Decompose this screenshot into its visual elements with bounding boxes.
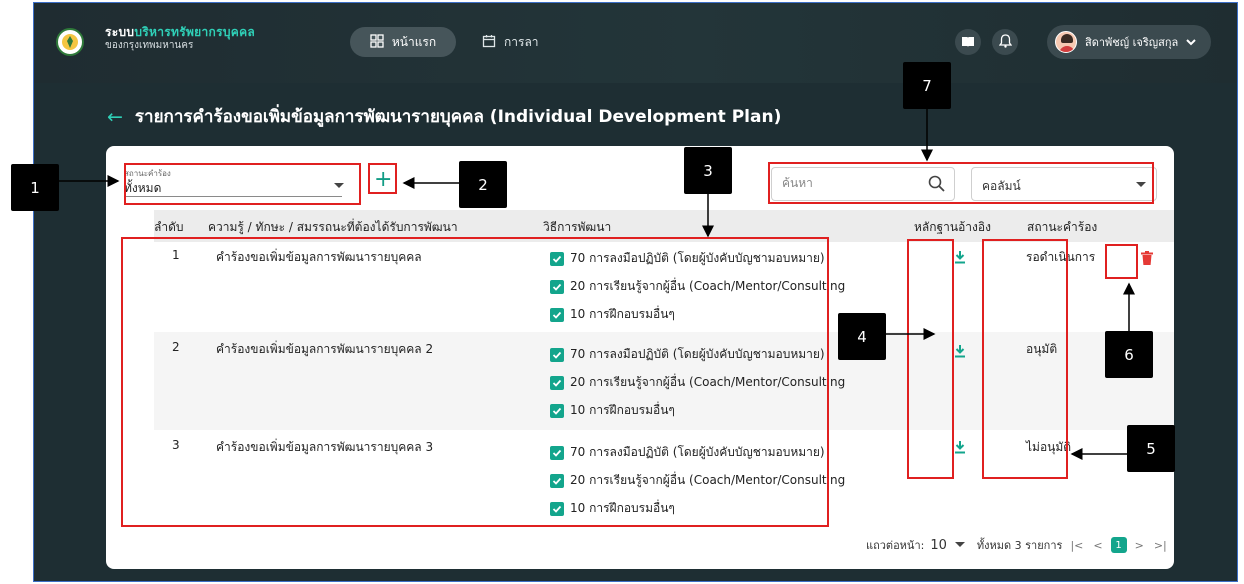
- next-page-button[interactable]: >: [1135, 539, 1144, 552]
- page-1-button[interactable]: 1: [1110, 537, 1127, 553]
- book-icon: [961, 33, 975, 52]
- header-no: ลำดับ: [154, 220, 184, 234]
- bma-logo: [56, 28, 84, 56]
- bell-icon: [998, 33, 1012, 52]
- annotation-box-evidence-column: [907, 239, 954, 479]
- download-icon[interactable]: [954, 344, 966, 361]
- annotation-badge-6: 6: [1105, 331, 1153, 378]
- pagination: แถวต่อหน้า: 10 ทั้งหมด 3 รายการ |< < 1 >…: [866, 536, 1167, 554]
- annotation-box-status-column: [982, 239, 1068, 479]
- annotation-box-delete-button: [1105, 244, 1138, 279]
- annotation-box-add-button: [368, 163, 397, 194]
- page-title: ← รายการคำร้องขอเพิ่มข้อมูลการพัฒนารายบุ…: [107, 103, 781, 130]
- nav-leave-button[interactable]: การลา: [482, 27, 539, 57]
- nav-home-button[interactable]: หน้าแรก: [350, 27, 456, 57]
- notification-button[interactable]: [992, 29, 1018, 55]
- top-bar: ระบบบริหารทรัพยากรบุคคล ของกรุงเทพมหานคร…: [34, 3, 1237, 83]
- back-arrow-icon[interactable]: ←: [107, 106, 123, 128]
- manual-button[interactable]: [955, 29, 981, 55]
- annotation-badge-4: 4: [838, 313, 886, 360]
- download-icon[interactable]: [954, 250, 966, 267]
- download-icon[interactable]: [954, 440, 966, 457]
- user-name: สิดาพัชญ์ เจริญสกุล: [1085, 36, 1179, 49]
- rows-per-page-label: แถวต่อหน้า:: [866, 539, 925, 552]
- annotation-badge-7: 7: [903, 62, 951, 109]
- avatar: [1055, 31, 1077, 53]
- brand-prefix: ระบบ: [105, 25, 135, 39]
- trash-icon[interactable]: [1141, 251, 1153, 268]
- brand: ระบบบริหารทรัพยากรบุคคล ของกรุงเทพมหานคร: [105, 25, 255, 53]
- annotation-badge-1: 1: [11, 164, 59, 211]
- rows-per-page-select[interactable]: 10: [930, 538, 947, 553]
- header-topic: ความรู้ / ทักษะ / สมรรถนะที่ต้องได้รับกา…: [208, 220, 458, 234]
- annotation-box-table-rows: [121, 237, 829, 527]
- page-title-text: รายการคำร้องขอเพิ่มข้อมูลการพัฒนารายบุคค…: [134, 107, 782, 127]
- last-page-button[interactable]: >|: [1154, 539, 1167, 552]
- annotation-badge-2: 2: [459, 161, 507, 208]
- pagination-summary: ทั้งหมด 3 รายการ: [976, 539, 1063, 552]
- caret-down-icon[interactable]: [954, 542, 965, 548]
- brand-highlight: บริหารทรัพยากรบุคคล: [134, 25, 256, 39]
- annotation-badge-5: 5: [1127, 425, 1175, 472]
- first-page-button[interactable]: |<: [1070, 539, 1083, 552]
- header-status: สถานะคำร้อง: [1027, 220, 1098, 234]
- calendar-icon: [482, 34, 496, 51]
- nav-leave-label: การลา: [504, 34, 539, 49]
- chevron-down-icon: [1186, 36, 1196, 49]
- annotation-box-search-area: [768, 162, 1154, 204]
- annotation-box-status-filter: [124, 163, 361, 205]
- annotation-badge-3: 3: [684, 147, 732, 194]
- nav-home-label: หน้าแรก: [391, 34, 437, 49]
- header-evidence: หลักฐานอ้างอิง: [914, 220, 991, 234]
- grid-icon: [370, 33, 384, 51]
- user-menu-button[interactable]: สิดาพัชญ์ เจริญสกุล: [1047, 25, 1211, 59]
- header-method: วิธีการพัฒนา: [543, 220, 612, 234]
- prev-page-button[interactable]: <: [1093, 539, 1102, 552]
- brand-subtitle: ของกรุงเทพมหานคร: [105, 40, 194, 51]
